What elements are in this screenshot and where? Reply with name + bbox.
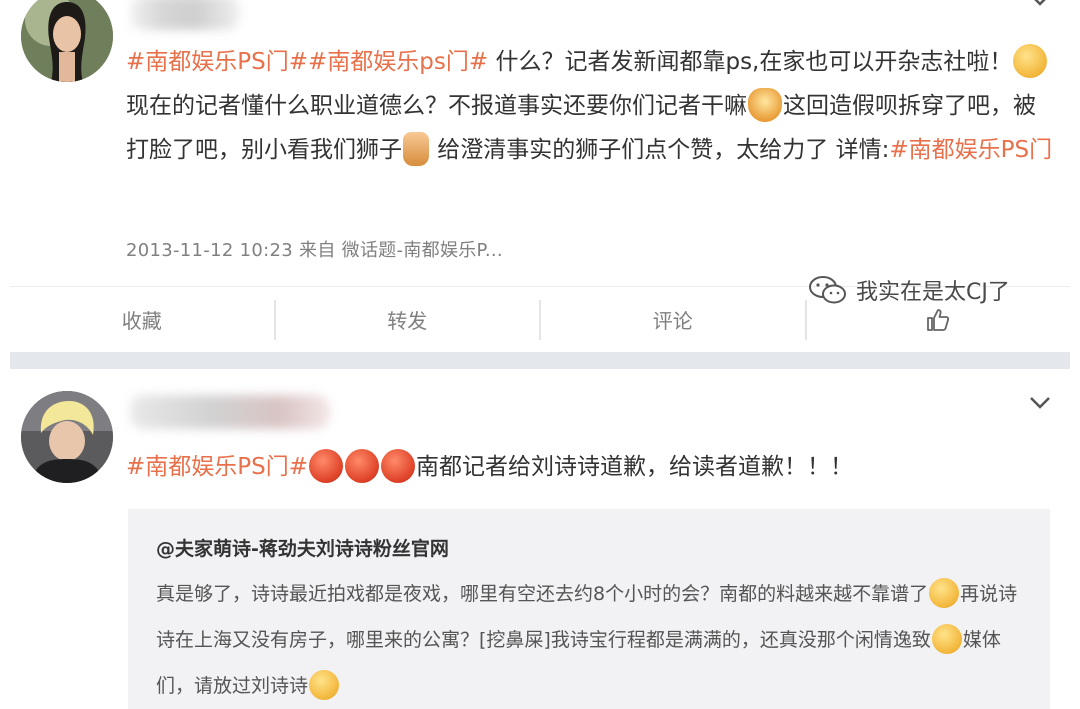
watermark-text: 我实在是太CJ了 bbox=[856, 280, 1010, 305]
quoted-post[interactable]: @夫家萌诗-蒋劲夫刘诗诗粉丝官网 真是够了，诗诗最近拍戏都是夜戏，哪里有空还去约… bbox=[128, 509, 1050, 709]
emoji-cry-icon bbox=[309, 669, 340, 700]
post-text: 什么？记者发新闻都靠ps,在家也可以开杂志社啦！ bbox=[488, 49, 1013, 75]
user-avatar[interactable] bbox=[21, 391, 113, 483]
post-text: 现在的记者懂什么职业道德么？不报道事实还要你们记者干嘛 bbox=[126, 93, 747, 119]
quoted-text: 真是够了，诗诗最近拍戏都是夜戏，哪里有空还去约8个小时的会？南都的料越来越不靠谱… bbox=[156, 571, 1036, 709]
chevron-down-icon[interactable] bbox=[1028, 0, 1052, 8]
emoji-angry-icon bbox=[345, 448, 380, 483]
thumbs-up-icon bbox=[927, 308, 950, 331]
repost-button[interactable]: 转发 bbox=[276, 299, 541, 340]
emoji-angry-icon bbox=[381, 448, 416, 483]
hashtag-link[interactable]: #南都娱乐ps门# bbox=[308, 49, 488, 75]
hashtag-link[interactable]: #南都娱乐PS门# bbox=[126, 454, 308, 480]
blurred-username bbox=[130, 395, 330, 429]
emoji-thumbs-up-icon bbox=[403, 131, 429, 166]
weibo-post-2: #南都娱乐PS门# 南都记者给刘诗诗道歉，给读者道歉！！！ @夫家萌诗-蒋劲夫刘诗… bbox=[0, 369, 1080, 709]
feed-divider bbox=[10, 352, 1070, 369]
quoted-author[interactable]: @夫家萌诗-蒋劲夫刘诗诗粉丝官网 bbox=[156, 535, 1050, 563]
post-text: 给澄清事实的狮子们点个赞，太给力了 详情: bbox=[430, 137, 890, 163]
comment-button[interactable]: 评论 bbox=[541, 299, 807, 340]
post-content: #南都娱乐PS门# 南都记者给刘诗诗道歉，给读者道歉！！！ bbox=[126, 445, 1054, 489]
user-avatar[interactable] bbox=[21, 0, 113, 82]
emoji-shy-icon bbox=[931, 623, 962, 654]
emoji-sleepy-icon bbox=[929, 577, 960, 608]
emoji-angry-icon bbox=[309, 448, 344, 483]
post-content: #南都娱乐PS门##南都娱乐ps门# 什么？记者发新闻都靠ps,在家也可以开杂志… bbox=[126, 40, 1054, 172]
quoted-text-segment: 真是够了，诗诗最近拍戏都是夜戏，哪里有空还去约8个小时的会？南都的料越来越不靠谱… bbox=[156, 583, 929, 605]
favorite-button[interactable]: 收藏 bbox=[10, 299, 276, 340]
post-meta[interactable]: 2013-11-12 10:23 来自 微话题-南都娱乐P... bbox=[126, 236, 503, 262]
emoji-laugh-icon bbox=[748, 87, 782, 122]
hashtag-link[interactable]: #南都娱乐PS门 bbox=[889, 137, 1052, 163]
emoji-cry-icon bbox=[1013, 43, 1048, 78]
watermark: 我实在是太CJ了 bbox=[808, 274, 1010, 306]
chevron-down-icon[interactable] bbox=[1028, 395, 1052, 411]
post-text: 南都记者给刘诗诗道歉，给读者道歉！！！ bbox=[416, 454, 854, 480]
wechat-icon bbox=[809, 276, 846, 304]
hashtag-link[interactable]: #南都娱乐PS门# bbox=[126, 49, 308, 75]
blurred-username bbox=[130, 0, 240, 30]
